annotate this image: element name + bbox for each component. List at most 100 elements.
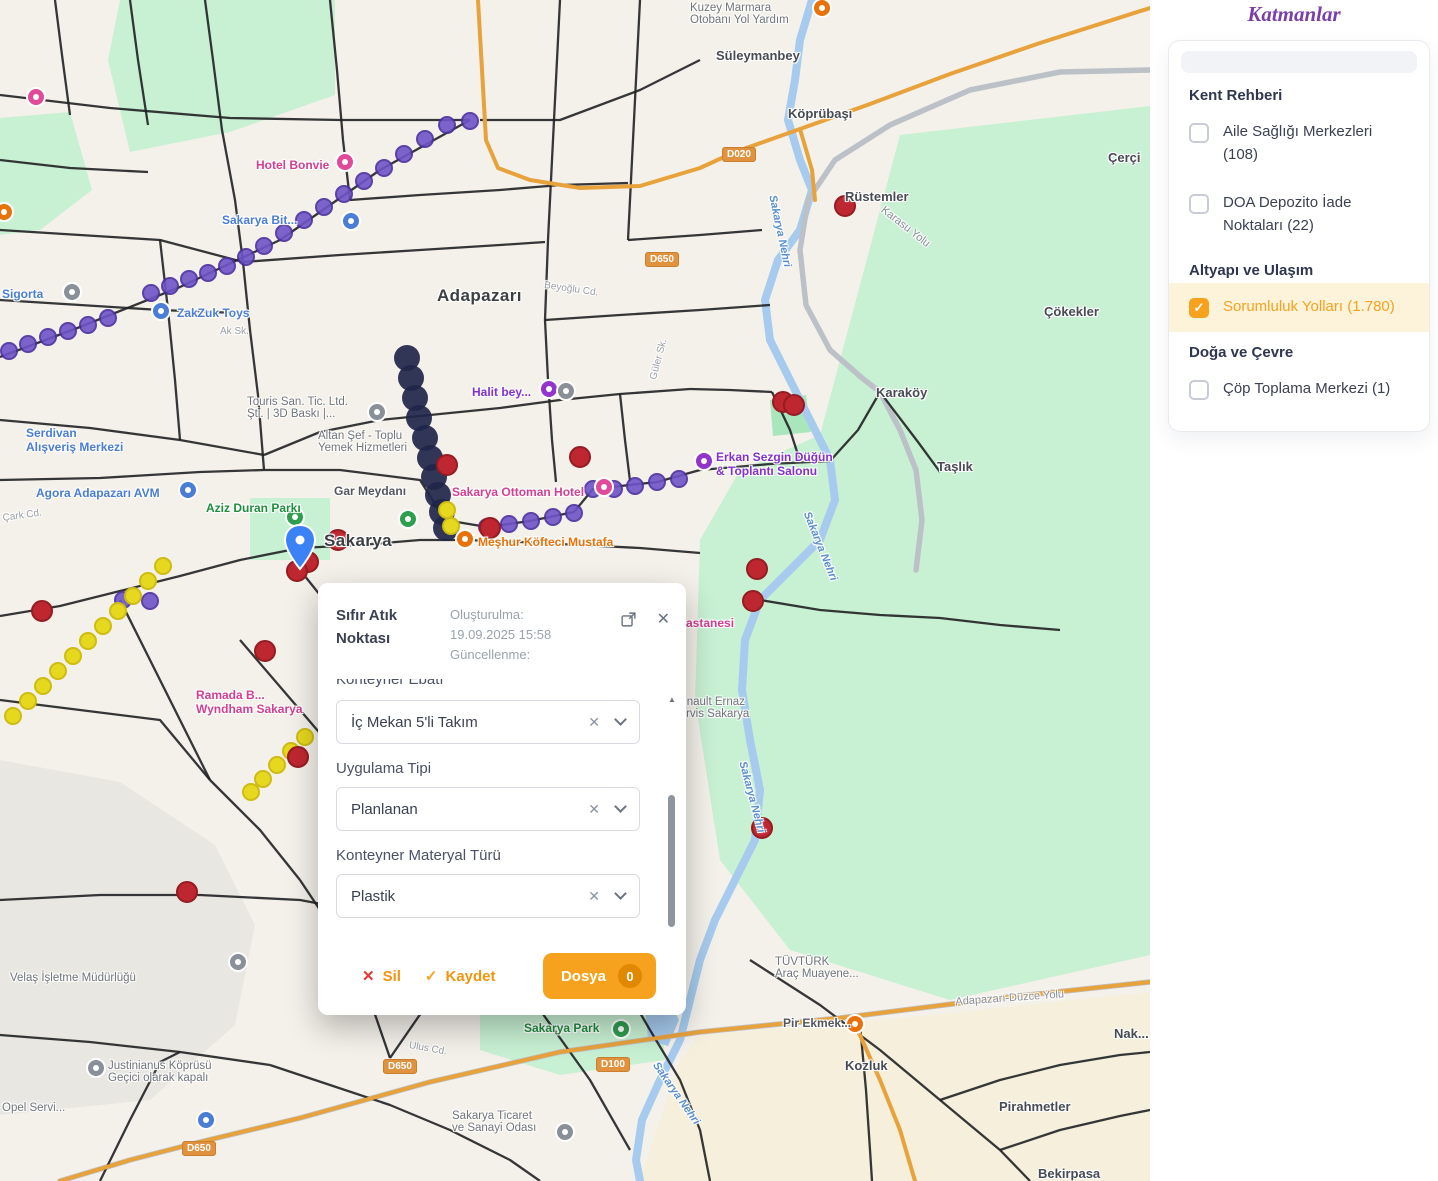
layers-panel: Kent RehberiAile Sağlığı Merkezleri (108…	[1168, 40, 1430, 432]
marker-responsibility-road[interactable]	[396, 146, 412, 162]
layer-item-2-0[interactable]: Çöp Toplama Merkezi (1)	[1169, 365, 1429, 414]
chevron-down-icon[interactable]	[614, 713, 627, 726]
marker-responsibility-road[interactable]	[276, 225, 292, 241]
marker-red-dot[interactable]	[177, 882, 197, 902]
clear-icon[interactable]: ✕	[588, 801, 600, 818]
marker-yellow-dot[interactable]	[110, 603, 126, 619]
marker-responsibility-road[interactable]	[671, 471, 687, 487]
select-field-1[interactable]: İç Mekan 5'li Takım✕	[336, 700, 640, 744]
scrollbar-thumb[interactable]	[668, 795, 675, 927]
marker-responsibility-road[interactable]	[523, 513, 539, 529]
marker-red-dot[interactable]	[288, 747, 308, 767]
marker-responsibility-road[interactable]	[20, 336, 36, 352]
marker-responsibility-road[interactable]	[1, 343, 17, 359]
marker-yellow-dot[interactable]	[95, 618, 111, 634]
checkbox-unchecked[interactable]	[1189, 380, 1209, 400]
marker-red-dot[interactable]	[747, 559, 767, 579]
marker-responsibility-road[interactable]	[316, 199, 332, 215]
layer-item-0-0[interactable]: Aile Sağlığı Merkezleri (108)	[1169, 108, 1429, 179]
popup-scrollbar[interactable]: ▲	[666, 695, 678, 931]
marker-yellow-dot[interactable]	[255, 771, 271, 787]
marker-yellow-dot[interactable]	[155, 558, 171, 574]
poi-park-glyph	[618, 1026, 624, 1032]
marker-red-dot[interactable]	[570, 447, 590, 467]
marker-yellow-dot[interactable]	[20, 693, 36, 709]
marker-responsibility-road[interactable]	[219, 258, 235, 274]
marker-red-dot[interactable]	[752, 818, 772, 838]
marker-responsibility-road[interactable]	[142, 593, 158, 609]
save-label: Kaydet	[446, 968, 496, 985]
marker-responsibility-road[interactable]	[545, 509, 561, 525]
checkbox-unchecked[interactable]	[1189, 194, 1209, 214]
marker-red-dot[interactable]	[743, 591, 763, 611]
road-black	[545, 0, 560, 320]
expand-icon[interactable]	[620, 611, 637, 628]
marker-red-dot[interactable]	[437, 455, 457, 475]
marker-responsibility-road[interactable]	[40, 329, 56, 345]
marker-yellow-dot[interactable]	[5, 708, 21, 724]
file-button[interactable]: Dosya 0	[543, 953, 656, 999]
checkbox-checked[interactable]: ✓	[1189, 298, 1209, 318]
delete-button[interactable]: ✕ Sil	[362, 967, 401, 985]
marker-responsibility-road[interactable]	[296, 212, 312, 228]
marker-red-dot[interactable]	[835, 196, 855, 216]
marker-responsibility-road[interactable]	[100, 310, 116, 326]
road-black	[55, 0, 70, 115]
chevron-down-icon[interactable]	[614, 887, 627, 900]
road-black	[243, 262, 264, 470]
marker-responsibility-road[interactable]	[501, 516, 517, 532]
checkbox-unchecked[interactable]	[1189, 123, 1209, 143]
select-field-3[interactable]: Plastik✕	[336, 874, 640, 918]
popup-footer: ✕ Sil ✓ Kaydet Dosya 0	[318, 937, 686, 1015]
poi-park-glyph	[292, 514, 298, 520]
marker-responsibility-road[interactable]	[143, 285, 159, 301]
clear-icon[interactable]: ✕	[588, 888, 600, 905]
marker-red-dot[interactable]	[784, 395, 804, 415]
field-label: Uygulama Tipi	[336, 760, 640, 777]
marker-yellow-dot[interactable]	[243, 784, 259, 800]
marker-red-dot[interactable]	[480, 518, 500, 538]
layer-label: Çöp Toplama Merkezi (1)	[1223, 378, 1409, 401]
marker-responsibility-road[interactable]	[336, 186, 352, 202]
layer-item-0-1[interactable]: DOA Depozito İade Noktaları (22)	[1169, 179, 1429, 250]
marker-red-dot[interactable]	[328, 530, 348, 550]
marker-responsibility-road[interactable]	[80, 317, 96, 333]
marker-responsibility-road[interactable]	[627, 478, 643, 494]
marker-responsibility-road[interactable]	[162, 278, 178, 294]
marker-yellow-dot[interactable]	[80, 633, 96, 649]
save-button[interactable]: ✓ Kaydet	[425, 967, 496, 985]
poi-food-glyph	[852, 1021, 858, 1027]
road-black	[480, 60, 700, 120]
scroll-up-icon[interactable]: ▲	[666, 695, 678, 705]
layer-item-1-0[interactable]: ✓Sorumluluk Yolları (1.780)	[1169, 283, 1429, 332]
marker-yellow-dot[interactable]	[297, 729, 313, 745]
marker-yellow-dot[interactable]	[269, 757, 285, 773]
marker-responsibility-road[interactable]	[238, 249, 254, 265]
marker-responsibility-road[interactable]	[376, 160, 392, 176]
marker-yellow-dot[interactable]	[35, 678, 51, 694]
feature-popup: Sıfır Atık Noktası Oluşturulma: 19.09.20…	[318, 583, 686, 1015]
chevron-down-icon[interactable]	[614, 800, 627, 813]
marker-yellow-dot[interactable]	[125, 588, 141, 604]
marker-responsibility-road[interactable]	[356, 173, 372, 189]
marker-yellow-dot[interactable]	[50, 663, 66, 679]
marker-responsibility-road[interactable]	[181, 271, 197, 287]
marker-red-dot[interactable]	[32, 601, 52, 621]
panel-header-strip[interactable]	[1181, 51, 1417, 73]
marker-yellow-dot[interactable]	[443, 518, 459, 534]
marker-responsibility-road[interactable]	[439, 117, 455, 133]
marker-responsibility-road[interactable]	[256, 238, 272, 254]
marker-yellow-dot[interactable]	[65, 648, 81, 664]
marker-red-dot[interactable]	[255, 641, 275, 661]
marker-yellow-dot[interactable]	[140, 573, 156, 589]
select-field-2[interactable]: Planlanan✕	[336, 787, 640, 831]
marker-responsibility-road[interactable]	[417, 131, 433, 147]
clear-icon[interactable]: ✕	[588, 714, 600, 731]
close-icon[interactable]: ✕	[657, 609, 670, 629]
marker-responsibility-road[interactable]	[462, 113, 478, 129]
marker-responsibility-road[interactable]	[60, 323, 76, 339]
marker-yellow-dot[interactable]	[439, 502, 455, 518]
marker-responsibility-road[interactable]	[649, 474, 665, 490]
marker-responsibility-road[interactable]	[566, 505, 582, 521]
marker-responsibility-road[interactable]	[200, 265, 216, 281]
